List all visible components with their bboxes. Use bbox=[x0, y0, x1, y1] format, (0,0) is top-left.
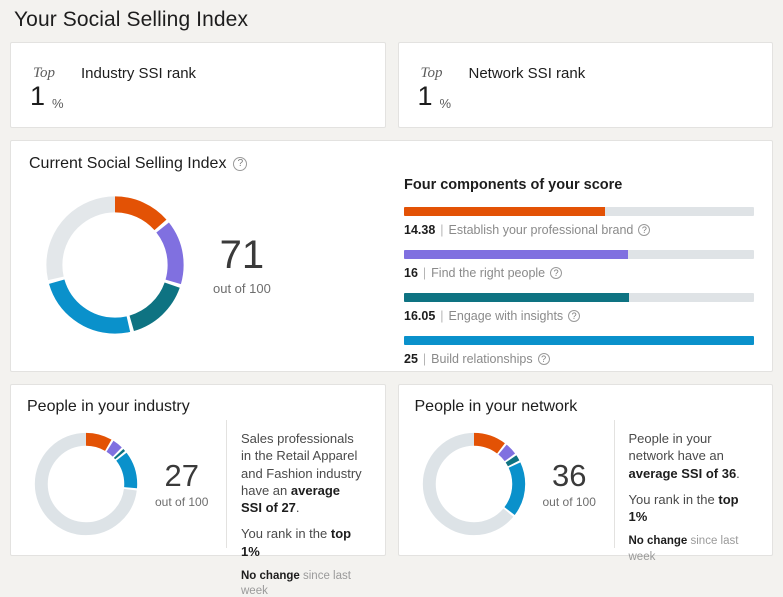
question-circle-icon[interactable]: ? bbox=[550, 267, 562, 279]
component-label-row: 14.38 | Establish your professional bran… bbox=[404, 223, 754, 237]
four-components-title: Four components of your score bbox=[404, 177, 754, 193]
component-value: 16 bbox=[404, 266, 418, 280]
current-ssi-heading-text: Current Social Selling Index bbox=[29, 155, 226, 173]
question-circle-icon[interactable]: ? bbox=[233, 157, 247, 171]
component-value: 16.05 bbox=[404, 309, 435, 323]
people-network-text-area: People in your network have an average S… bbox=[615, 420, 757, 548]
rank-label: Network SSI rank bbox=[469, 65, 586, 82]
component-separator: | bbox=[423, 266, 426, 280]
current-ssi-heading: Current Social Selling Index ? bbox=[29, 155, 404, 173]
rank-top-label: Top bbox=[33, 65, 55, 82]
current-ssi-donut-wrap: 71 out of 100 bbox=[35, 185, 395, 345]
people-industry-text-area: Sales professionals in the Retail Appare… bbox=[227, 420, 369, 548]
current-ssi-score: 71 bbox=[213, 235, 271, 275]
people-card-row: People in your industry 27 bbox=[10, 384, 773, 556]
component-bar-fill bbox=[404, 336, 754, 345]
component-row: 14.38 | Establish your professional bran… bbox=[404, 207, 754, 237]
question-circle-icon[interactable]: ? bbox=[638, 224, 650, 236]
people-network-heading: People in your network bbox=[415, 398, 757, 416]
component-bar-fill bbox=[404, 250, 628, 259]
current-ssi-score-block: 71 out of 100 bbox=[213, 235, 271, 296]
rank-percent-sign: % bbox=[52, 96, 64, 111]
industry-ssi-rank-card: Top 1 % Industry SSI rank bbox=[10, 42, 386, 128]
people-network-summary-post: . bbox=[736, 466, 740, 481]
people-industry-change-status: No change bbox=[241, 570, 300, 582]
people-industry-summary-post: . bbox=[296, 500, 300, 515]
people-industry-score-sub: out of 100 bbox=[155, 495, 208, 509]
component-label-row: 25 | Build relationships ? bbox=[404, 352, 754, 366]
component-bar-track bbox=[404, 293, 754, 302]
component-label-row: 16.05 | Engage with insights ? bbox=[404, 309, 754, 323]
people-industry-score: 27 bbox=[155, 460, 208, 491]
component-row: 16.05 | Engage with insights ? bbox=[404, 293, 754, 323]
component-label-row: 16 | Find the right people ? bbox=[404, 266, 754, 280]
current-ssi-left-panel: Current Social Selling Index ? bbox=[29, 155, 404, 371]
component-separator: | bbox=[440, 223, 443, 237]
four-components-panel: Four components of your score 14.38 | Es… bbox=[404, 155, 754, 371]
people-network-summary-pre: People in your network have an bbox=[629, 431, 724, 463]
people-network-rank: You rank in the top 1% bbox=[629, 491, 753, 526]
people-industry-summary: Sales professionals in the Retail Appare… bbox=[241, 430, 365, 516]
people-network-rank-pre: You rank in the bbox=[629, 492, 719, 507]
people-industry-rank: You rank in the top 1% bbox=[241, 525, 365, 560]
component-bar-track bbox=[404, 336, 754, 345]
people-industry-donut-chart bbox=[27, 425, 145, 543]
question-circle-icon[interactable]: ? bbox=[538, 353, 550, 365]
people-network-avg-ssi: average SSI of 36 bbox=[629, 466, 737, 481]
component-bar-track bbox=[404, 207, 754, 216]
component-bar-fill bbox=[404, 293, 629, 302]
people-industry-change-note: No change since last week bbox=[241, 569, 365, 597]
people-network-donut-chart bbox=[415, 425, 533, 543]
people-network-score-block: 36 out of 100 bbox=[543, 460, 596, 509]
component-row: 16 | Find the right people ? bbox=[404, 250, 754, 280]
component-bar-fill bbox=[404, 207, 605, 216]
rank-top-label: Top bbox=[421, 65, 443, 82]
people-industry-rank-pre: You rank in the bbox=[241, 526, 331, 541]
people-network-summary: People in your network have an average S… bbox=[629, 430, 753, 482]
people-industry-score-block: 27 out of 100 bbox=[155, 460, 208, 509]
component-label: Establish your professional brand bbox=[449, 223, 634, 237]
current-ssi-score-sub: out of 100 bbox=[213, 281, 271, 296]
component-row: 25 | Build relationships ? bbox=[404, 336, 754, 366]
current-ssi-donut-chart bbox=[35, 185, 195, 345]
component-separator: | bbox=[423, 352, 426, 366]
people-network-score-sub: out of 100 bbox=[543, 495, 596, 509]
component-bar-track bbox=[404, 250, 754, 259]
component-value: 25 bbox=[404, 352, 418, 366]
people-industry-chart-area: 27 out of 100 bbox=[27, 420, 227, 548]
people-network-change-note: No change since last week bbox=[629, 534, 753, 565]
people-network-change-status: No change bbox=[629, 535, 688, 547]
people-in-your-industry-card: People in your industry 27 bbox=[10, 384, 386, 556]
ssi-dashboard: Your Social Selling Index Top 1 % Indust… bbox=[0, 0, 783, 597]
page-title: Your Social Selling Index bbox=[10, 0, 773, 42]
component-value: 14.38 bbox=[404, 223, 435, 237]
rank-card-row: Top 1 % Industry SSI rank Top 1 % Networ… bbox=[10, 42, 773, 128]
component-label: Build relationships bbox=[431, 352, 532, 366]
people-in-your-network-card: People in your network 36 bbox=[398, 384, 774, 556]
current-ssi-card: Current Social Selling Index ? bbox=[10, 140, 773, 372]
people-network-chart-area: 36 out of 100 bbox=[415, 420, 615, 548]
rank-value: 1 bbox=[30, 81, 45, 112]
component-label: Find the right people bbox=[431, 266, 545, 280]
network-ssi-rank-card: Top 1 % Network SSI rank bbox=[398, 42, 774, 128]
rank-percent-sign: % bbox=[440, 96, 452, 111]
component-separator: | bbox=[440, 309, 443, 323]
people-industry-heading: People in your industry bbox=[27, 398, 369, 416]
people-network-score: 36 bbox=[543, 460, 596, 491]
rank-value: 1 bbox=[418, 81, 433, 112]
question-circle-icon[interactable]: ? bbox=[568, 310, 580, 322]
rank-label: Industry SSI rank bbox=[81, 65, 196, 82]
component-label: Engage with insights bbox=[449, 309, 564, 323]
